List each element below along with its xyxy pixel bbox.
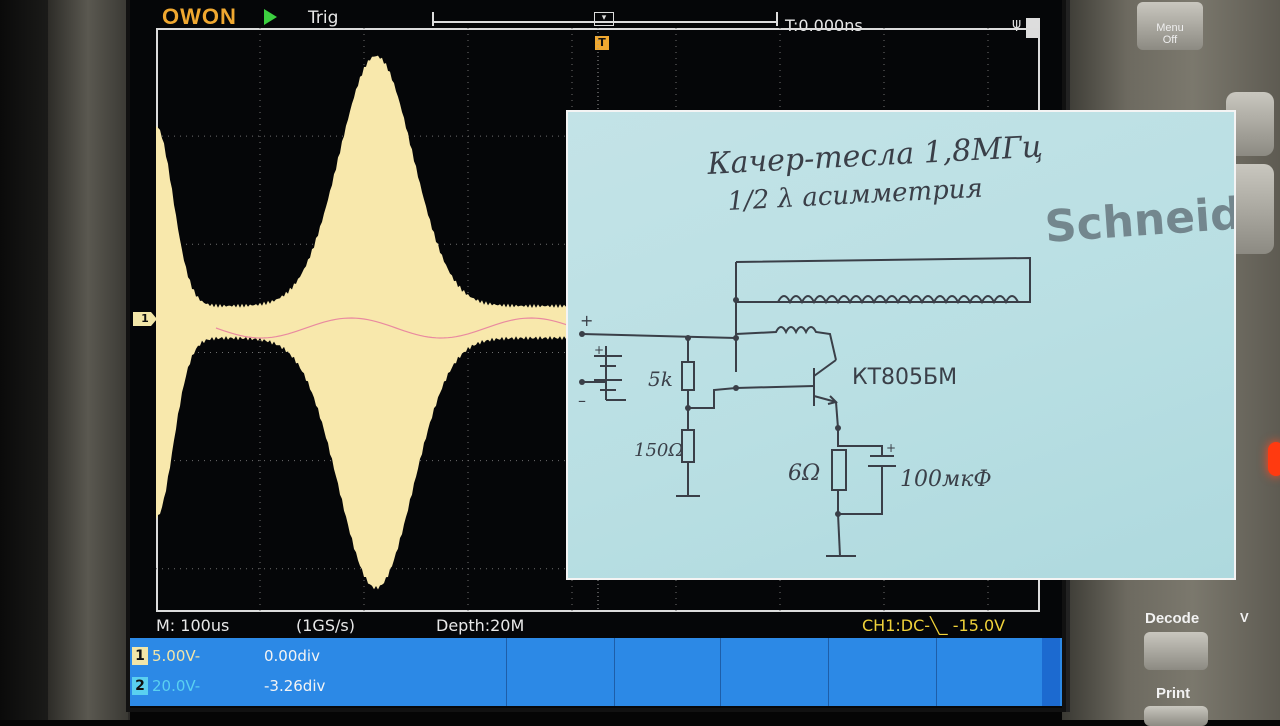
power-led <box>1268 442 1280 476</box>
circuit-wires <box>581 256 1031 557</box>
menu-off-button[interactable]: Menu Off <box>1137 2 1203 50</box>
brand-logo: OWON <box>162 4 237 29</box>
cell-divider <box>720 638 721 706</box>
decode-label: Decode <box>1145 610 1200 627</box>
panel-scroll-strip <box>1042 638 1060 706</box>
ch2-row[interactable]: 2 20.0V- -3.26div <box>130 670 510 700</box>
ch2-position: -3.26div <box>264 677 326 695</box>
view-window-marker[interactable]: ▾ <box>594 12 614 26</box>
schematic-photo: Schneider Electric Качер-тесла 1,8МГц 1/… <box>566 110 1236 580</box>
v-label: V <box>1240 610 1249 625</box>
schematic-drawing: Schneider Electric Качер-тесла 1,8МГц 1/… <box>578 129 1234 557</box>
print-label: Print <box>1156 685 1191 702</box>
cell-divider <box>828 638 829 706</box>
battery-plus: + <box>594 343 604 357</box>
scope-left-strip <box>48 0 128 720</box>
depth-label: Depth:20M <box>436 616 525 635</box>
memory-position-bar[interactable]: ▾ <box>432 12 778 26</box>
ch1-position: 0.00div <box>264 647 320 665</box>
schematic-title: Качер-тесла 1,8МГц <box>706 129 1044 182</box>
print-button[interactable] <box>1144 706 1208 726</box>
channel-panel: 1 5.00V- 0.00div 2 20.0V- -3.26div <box>130 638 1062 706</box>
run-play-icon[interactable] <box>264 9 277 25</box>
supply-minus: – <box>578 391 586 410</box>
watermark-text: Schneider Electric <box>1043 171 1234 253</box>
ch1-scale: 5.00V- <box>152 647 201 665</box>
cap-label: 100мкФ <box>900 467 992 492</box>
ch2-scale: 20.0V- <box>152 677 201 695</box>
schematic-subtitle: 1/2 λ асимметрия <box>727 174 984 217</box>
timebase-label: M: 100us <box>156 616 230 635</box>
ch2-tag: 2 <box>132 677 148 695</box>
menu-off-label: Menu Off <box>1156 22 1184 46</box>
ch1-tag: 1 <box>132 647 148 665</box>
cell-divider <box>936 638 937 706</box>
ch1-row[interactable]: 1 5.00V- 0.00div <box>130 640 510 670</box>
supply-plus: + <box>580 311 593 330</box>
r2-label: 150Ω <box>634 440 683 461</box>
r1-label: 5k <box>648 367 673 391</box>
circuit-nodes <box>579 297 841 431</box>
trigger-status: Trig <box>308 8 339 28</box>
trigger-info-label: CH1:DC-╲_ -15.0V <box>862 616 1006 635</box>
cell-divider <box>614 638 615 706</box>
acquisition-info: M: 100us (1GS/s) Depth:20M CH1:DC-╲_ -15… <box>156 614 1040 638</box>
sample-rate-label: (1GS/s) <box>296 616 355 635</box>
r3-label: 6Ω <box>788 461 820 486</box>
cap-plus: + <box>886 441 896 455</box>
ch1-offset-marker[interactable]: 1 <box>133 312 157 326</box>
decode-button[interactable] <box>1144 632 1208 670</box>
transistor-label: КТ805БМ <box>852 365 957 390</box>
